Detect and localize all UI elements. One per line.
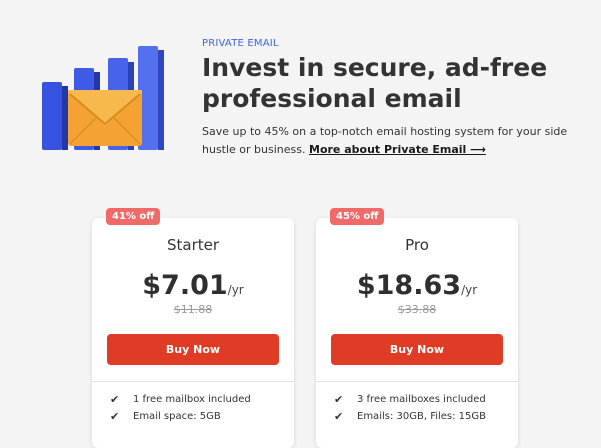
feature-item: ✔ Email space: 5GB: [110, 408, 251, 425]
feature-text: Email space: 5GB: [133, 411, 221, 422]
price-row: $18.63/yr: [316, 270, 518, 301]
price-row: $7.01/yr: [92, 270, 294, 301]
feature-text: 1 free mailbox included: [133, 394, 251, 405]
feature-list: ✔ 1 free mailbox included ✔ Email space:…: [110, 391, 251, 425]
check-icon: ✔: [110, 410, 120, 423]
divider: [316, 381, 518, 382]
feature-item: ✔ 3 free mailboxes included: [334, 391, 486, 408]
check-icon: ✔: [334, 393, 344, 406]
plan-price: $18.63: [356, 270, 462, 301]
feature-text: Emails: 30GB, Files: 15GB: [357, 411, 487, 422]
feature-list: ✔ 3 free mailboxes included ✔ Emails: 30…: [334, 391, 486, 425]
envelope-icon: [68, 90, 142, 146]
more-about-private-email-link[interactable]: More about Private Email ⟶: [309, 143, 486, 156]
discount-badge: 41% off: [106, 208, 161, 225]
price-period: /yr: [461, 283, 478, 297]
divider: [92, 381, 294, 382]
section-eyebrow: PRIVATE EMAIL: [202, 38, 279, 49]
plan-name: Pro: [405, 236, 429, 254]
email-chart-illustration: [42, 46, 164, 150]
old-price: $11.88: [173, 303, 213, 316]
plan-card-starter: 41% off Starter $7.01/yr $11.88 Buy Now …: [92, 208, 294, 448]
discount-badge: 45% off: [330, 208, 385, 225]
feature-item: ✔ Emails: 30GB, Files: 15GB: [334, 408, 486, 425]
check-icon: ✔: [110, 393, 120, 406]
feature-text: 3 free mailboxes included: [357, 394, 486, 405]
plan-name: Starter: [166, 236, 220, 254]
old-price: $33.88: [397, 303, 437, 316]
buy-now-button[interactable]: Buy Now: [331, 334, 503, 365]
hero-subtitle: Save up to 45% on a top-notch email host…: [202, 123, 592, 159]
buy-now-button[interactable]: Buy Now: [107, 334, 279, 365]
plan-price: $7.01: [142, 270, 228, 301]
feature-item: ✔ 1 free mailbox included: [110, 391, 251, 408]
hero-title: Invest in secure, ad-free professional e…: [202, 53, 548, 113]
price-period: /yr: [227, 283, 244, 297]
check-icon: ✔: [334, 410, 344, 423]
plan-card-pro: 45% off Pro $18.63/yr $33.88 Buy Now ✔ 3…: [316, 208, 518, 448]
